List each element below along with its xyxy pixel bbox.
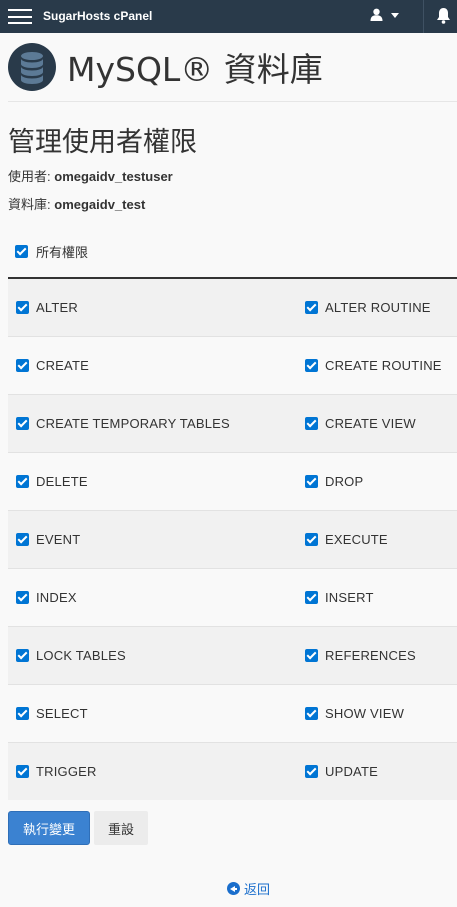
top-bar: SugarHosts cPanel [0, 0, 457, 33]
table-row: LOCK TABLES REFERENCES [8, 627, 457, 685]
section-title: 管理使用者權限 [8, 127, 197, 158]
table-row: SELECT SHOW VIEW [8, 685, 457, 743]
privilege-checkbox[interactable] [305, 417, 318, 430]
privilege-option[interactable]: SELECT [16, 685, 88, 742]
privilege-option[interactable]: DROP [305, 453, 363, 510]
privilege-label: TRIGGER [36, 764, 97, 779]
privilege-option[interactable]: EVENT [16, 511, 80, 568]
page-title: MySQL® 資料庫 [67, 50, 323, 89]
privilege-label: CREATE ROUTINE [325, 358, 442, 373]
all-privileges-label: 所有權限 [36, 245, 89, 260]
privilege-option[interactable]: CREATE [16, 337, 89, 394]
privilege-label: ALTER [36, 300, 78, 315]
privilege-label: LOCK TABLES [36, 648, 126, 663]
privilege-checkbox[interactable] [16, 591, 29, 604]
user-icon [370, 8, 383, 21]
caret-down-icon [391, 13, 399, 18]
privilege-label: CREATE VIEW [325, 416, 416, 431]
privilege-option[interactable]: INSERT [305, 569, 374, 626]
privilege-checkbox[interactable] [16, 533, 29, 546]
apply-changes-button[interactable]: 執行變更 [8, 811, 90, 845]
privilege-checkbox[interactable] [305, 765, 318, 778]
table-row: TRIGGER UPDATE [8, 743, 457, 800]
privilege-checkbox[interactable] [16, 301, 29, 314]
privilege-label: REFERENCES [325, 648, 416, 663]
privilege-label: EXECUTE [325, 532, 388, 547]
privilege-label: EVENT [36, 532, 81, 547]
user-label: 使用者: [8, 169, 51, 184]
privilege-option[interactable]: ALTER ROUTINE [305, 279, 431, 336]
header-divider [8, 101, 457, 102]
privilege-option[interactable]: EXECUTE [305, 511, 388, 568]
brand-title[interactable]: SugarHosts cPanel [43, 9, 152, 23]
privilege-option[interactable]: UPDATE [305, 743, 378, 800]
privilege-checkbox[interactable] [16, 765, 29, 778]
privilege-option[interactable]: SHOW VIEW [305, 685, 404, 742]
back-link[interactable]: 返回 [227, 879, 270, 898]
user-value: omegaidv_testuser [54, 169, 173, 184]
privilege-option[interactable]: ALTER [16, 279, 78, 336]
database-label: 資料庫: [8, 197, 51, 212]
privilege-checkbox[interactable] [305, 649, 318, 662]
all-privileges-option[interactable]: 所有權限 [15, 242, 88, 261]
privilege-label: ALTER ROUTINE [325, 300, 431, 315]
privilege-checkbox[interactable] [305, 591, 318, 604]
table-row: INDEX INSERT [8, 569, 457, 627]
privilege-option[interactable]: REFERENCES [305, 627, 416, 684]
table-row: CREATE CREATE ROUTINE [8, 337, 457, 395]
privilege-checkbox[interactable] [305, 475, 318, 488]
privilege-label: DROP [325, 474, 364, 489]
database-value: omegaidv_test [54, 197, 146, 212]
privilege-label: CREATE TEMPORARY TABLES [36, 416, 230, 431]
privilege-label: SELECT [36, 706, 88, 721]
table-row: EVENT EXECUTE [8, 511, 457, 569]
table-row: CREATE TEMPORARY TABLES CREATE VIEW [8, 395, 457, 453]
back-arrow-icon [227, 882, 240, 895]
table-row: ALTER ALTER ROUTINE [8, 279, 457, 337]
privilege-option[interactable]: TRIGGER [16, 743, 97, 800]
privilege-label: CREATE [36, 358, 89, 373]
user-menu-button[interactable] [370, 8, 399, 21]
privilege-label: INDEX [36, 590, 77, 605]
user-info: 使用者: omegaidv_testuser [8, 166, 173, 185]
privilege-option[interactable]: CREATE ROUTINE [305, 337, 442, 394]
privilege-checkbox[interactable] [16, 707, 29, 720]
all-privileges-checkbox[interactable] [15, 245, 28, 258]
privilege-checkbox[interactable] [16, 417, 29, 430]
database-info: 資料庫: omegaidv_test [8, 194, 145, 213]
privilege-checkbox[interactable] [16, 649, 29, 662]
privilege-checkbox[interactable] [305, 359, 318, 372]
privilege-checkbox[interactable] [305, 533, 318, 546]
bell-icon[interactable] [436, 7, 451, 24]
privilege-option[interactable]: CREATE VIEW [305, 395, 416, 452]
topbar-divider [423, 0, 424, 33]
privilege-checkbox[interactable] [305, 707, 318, 720]
table-row: DELETE DROP [8, 453, 457, 511]
privilege-option[interactable]: DELETE [16, 453, 88, 510]
privilege-option[interactable]: CREATE TEMPORARY TABLES [16, 395, 230, 452]
page-header: MySQL® 資料庫 [8, 43, 323, 91]
privilege-option[interactable]: LOCK TABLES [16, 627, 126, 684]
privilege-option[interactable]: INDEX [16, 569, 77, 626]
privilege-label: UPDATE [325, 764, 378, 779]
privilege-checkbox[interactable] [16, 475, 29, 488]
privilege-label: SHOW VIEW [325, 706, 405, 721]
privilege-label: DELETE [36, 474, 88, 489]
privilege-checkbox[interactable] [305, 301, 318, 314]
privilege-label: INSERT [325, 590, 374, 605]
reset-button[interactable]: 重設 [94, 811, 148, 845]
database-icon [8, 43, 56, 91]
privilege-checkbox[interactable] [16, 359, 29, 372]
back-link-label: 返回 [244, 883, 271, 898]
privileges-table: ALTER ALTER ROUTINE CREATE CREATE ROUTIN… [8, 277, 457, 800]
hamburger-menu-icon[interactable] [8, 9, 32, 24]
